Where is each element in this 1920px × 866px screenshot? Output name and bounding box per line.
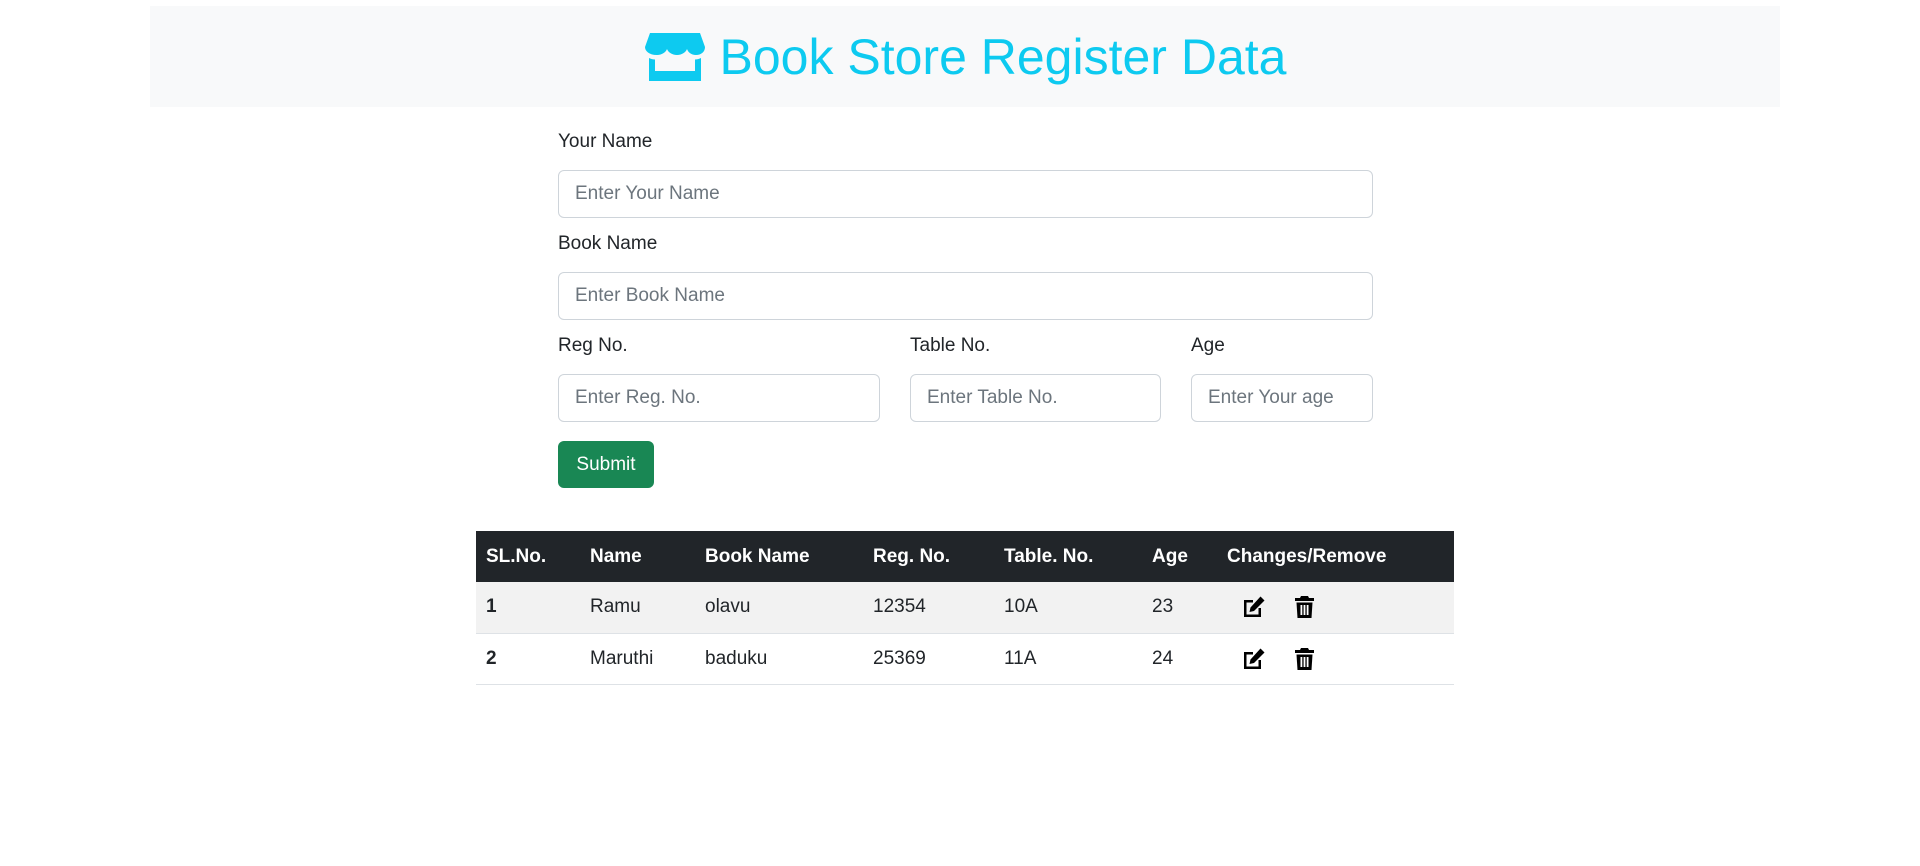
cell-reg-no: 25369 <box>873 647 926 669</box>
cell-name: Ramu <box>590 596 641 618</box>
col-header-book-name: Book Name <box>705 545 810 567</box>
cell-age: 23 <box>1152 596 1174 618</box>
register-table: SL.No. Name Book Name Reg. No. Table. No… <box>476 531 1454 685</box>
edit-icon[interactable] <box>1241 595 1266 619</box>
reg-no-label: Reg No. <box>558 335 628 356</box>
header-bar: Book Store Register Data <box>150 6 1780 107</box>
cell-actions <box>1217 633 1454 684</box>
edit-icon[interactable] <box>1241 647 1266 671</box>
table-row: 1 Ramu olavu 12354 10A 23 <box>476 582 1454 633</box>
col-header-changes-remove: Changes/Remove <box>1227 545 1387 567</box>
book-name-label: Book Name <box>558 233 658 254</box>
cell-actions <box>1217 582 1454 633</box>
table-no-input[interactable] <box>910 374 1161 422</box>
store-icon <box>644 32 705 81</box>
reg-no-input[interactable] <box>558 374 880 422</box>
name-input[interactable] <box>558 170 1373 218</box>
table-no-label: Table No. <box>910 335 991 356</box>
cell-book-name: baduku <box>705 647 768 669</box>
trash-icon[interactable] <box>1292 595 1317 619</box>
cell-reg-no: 12354 <box>873 596 926 618</box>
col-header-age: Age <box>1152 545 1188 567</box>
age-input[interactable] <box>1191 374 1373 422</box>
cell-name: Maruthi <box>590 647 654 669</box>
table-header-row: SL.No. Name Book Name Reg. No. Table. No… <box>476 531 1454 582</box>
trash-icon[interactable] <box>1292 647 1317 671</box>
book-name-input[interactable] <box>558 272 1373 320</box>
cell-sl-no: 2 <box>486 647 497 669</box>
col-header-table-no: Table. No. <box>1004 545 1094 567</box>
submit-button[interactable]: Submit <box>558 441 654 488</box>
cell-table-no: 10A <box>1004 596 1038 618</box>
register-form: Your Name Book Name Reg No. Table No. Ag… <box>558 130 1373 488</box>
cell-age: 24 <box>1152 647 1174 669</box>
name-label: Your Name <box>558 131 653 152</box>
cell-book-name: olavu <box>705 596 751 618</box>
page-title: Book Store Register Data <box>719 28 1287 85</box>
col-header-sl-no: SL.No. <box>486 545 547 567</box>
age-label: Age <box>1191 335 1225 356</box>
col-header-reg-no: Reg. No. <box>873 545 951 567</box>
cell-sl-no: 1 <box>486 596 497 618</box>
cell-table-no: 11A <box>1004 647 1037 669</box>
col-header-name: Name <box>590 545 642 567</box>
table-row: 2 Maruthi baduku 25369 11A 24 <box>476 633 1454 684</box>
header-title-group: Book Store Register Data <box>644 28 1287 86</box>
numbers-row: Reg No. Table No. Age <box>558 334 1373 422</box>
